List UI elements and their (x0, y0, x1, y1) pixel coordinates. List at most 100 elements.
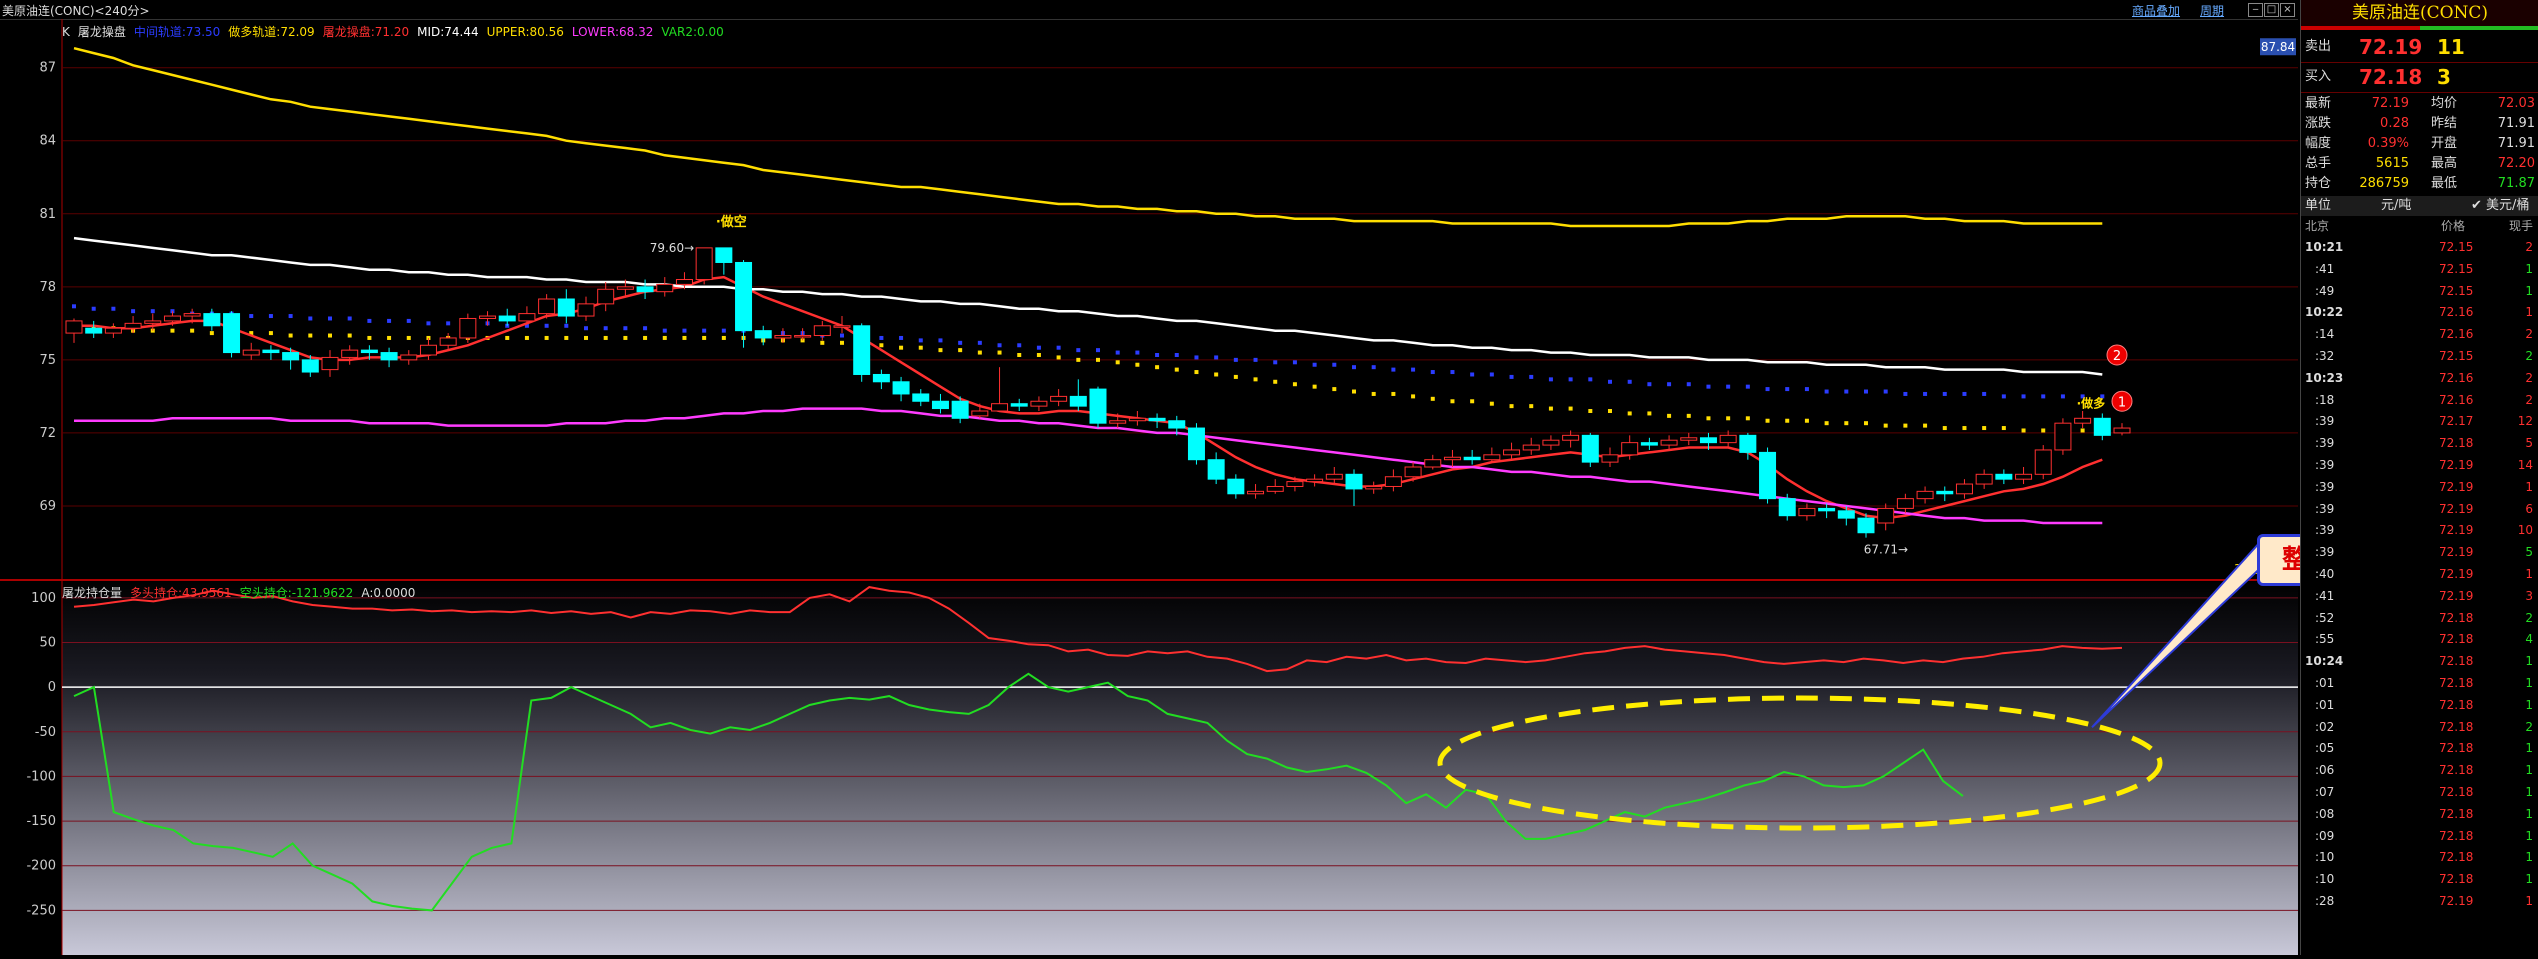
candle-body (282, 352, 300, 361)
candle-body (2034, 449, 2052, 475)
series-dot (2041, 428, 2046, 433)
tick-time: :07 (2315, 785, 2335, 799)
tick-price: 72.16 (2439, 305, 2474, 320)
series-dot (1923, 423, 1928, 428)
candle-body (616, 286, 634, 290)
candle-body (636, 286, 654, 293)
series-dot (564, 323, 569, 328)
tick-time: :28 (2315, 894, 2335, 908)
tick-time: :49 (2315, 283, 2335, 298)
series-dot (1706, 416, 1711, 421)
close-icon[interactable]: × (2280, 3, 2295, 17)
tick-row: :40 72.19 1 (2301, 563, 2538, 585)
tick-price: 72.18 (2439, 632, 2474, 647)
instrument-name: 美原油连(CONC) (2301, 0, 2538, 26)
candle-body (380, 352, 398, 361)
y-tick-label: 75 (39, 353, 56, 368)
candle-body (1424, 459, 1442, 468)
main-legend-item: MID:74.44 (417, 25, 479, 39)
series-dot (1371, 391, 1376, 396)
candle-body (321, 356, 339, 371)
tick-row: :10 72.18 1 (2301, 868, 2538, 890)
tick-header-volume: 现手 (2508, 219, 2533, 233)
tick-row: :32 72.15 2 (2301, 345, 2538, 367)
series-dot (1883, 389, 1888, 394)
tick-volume: 2 (2525, 370, 2533, 385)
tick-row: :49 72.15 1 (2301, 280, 2538, 302)
tick-volume: 6 (2525, 501, 2533, 516)
candle-body (1089, 388, 1107, 424)
candle-body (951, 400, 969, 419)
series-dot (1529, 404, 1534, 409)
series-dot (1450, 399, 1455, 404)
tick-price: 72.18 (2439, 850, 2474, 865)
series-dot (1647, 411, 1652, 416)
circle-label: 2 (2113, 349, 2121, 364)
tick-row: :41 72.15 1 (2301, 258, 2538, 280)
series-dot (899, 335, 904, 340)
tick-row: 10:22 72.16 1 (2301, 301, 2538, 323)
tick-row: :39 72.19 1 (2301, 476, 2538, 498)
candle-body (301, 359, 319, 373)
tick-volume: 12 (2517, 414, 2533, 429)
quote-label: 总手 (2305, 156, 2332, 171)
main-chart-svg[interactable]: 6972757881848779.60→·做空67.71→·做多2187.843… (0, 19, 2298, 579)
series-dot (2060, 394, 2065, 399)
candle-body (892, 381, 910, 395)
high-marker-label: 79.60→ (650, 241, 694, 255)
series-dot (1765, 418, 1770, 423)
y-tick-label: 0 (48, 680, 56, 695)
quote-label: 涨跌 (2305, 116, 2332, 131)
series-dot (170, 328, 175, 333)
series-dot (1509, 404, 1514, 409)
series-dot (1036, 345, 1041, 350)
period-menu-link[interactable]: 周期 (2200, 2, 2224, 19)
series-dot (899, 345, 904, 350)
ask-row: 卖出 72.19 11 (2301, 34, 2538, 60)
main-chart-pane[interactable]: 6972757881848779.60→·做空67.71→·做多2187.843… (0, 19, 2298, 579)
candle-body (1995, 473, 2013, 480)
tick-price: 72.18 (2439, 872, 2474, 887)
tick-price: 72.18 (2439, 697, 2474, 712)
candle-body (1621, 442, 1639, 456)
y-tick-label: 50 (39, 636, 56, 651)
unit-option[interactable]: ✔ 美元/桶 (2471, 196, 2529, 216)
series-dot (524, 335, 529, 340)
candle-body (1660, 439, 1678, 446)
tick-time: :39 (2315, 501, 2335, 516)
tick-time: :55 (2315, 632, 2335, 647)
series-dot (1292, 382, 1297, 387)
candle-body (853, 325, 871, 375)
bid-price: 72.18 (2359, 65, 2423, 89)
tick-time: :41 (2315, 588, 2335, 603)
series-dot (1667, 413, 1672, 418)
candle-body (2074, 417, 2092, 424)
candle-body (1483, 454, 1501, 461)
indicator-chart-svg[interactable]: 100 50 0 -50 -100 -150 -200 -250 (0, 539, 2298, 955)
candle-body (1896, 498, 1914, 509)
tick-price: 72.19 (2439, 458, 2474, 472)
unit-label: 单位 (2305, 198, 2332, 213)
series-做多轨道 (72, 326, 2105, 433)
series-dot (1745, 384, 1750, 389)
candle-body (971, 410, 989, 417)
series-dot (1135, 362, 1140, 367)
indicator-pane[interactable]: 100 50 0 -50 -100 -150 -200 -250 屠龙持仓量 多头持仓:43.9… (0, 539, 2298, 955)
maximize-icon[interactable]: □ (2264, 3, 2279, 17)
overlay-menu-link[interactable]: 商品叠加 (2132, 2, 2180, 19)
tick-price: 72.16 (2439, 392, 2474, 407)
quote-label: 开盘 (2431, 136, 2458, 151)
series-dot (1942, 391, 1947, 396)
series-dot (879, 343, 884, 348)
series-dot (1214, 372, 1219, 377)
minimize-icon[interactable]: ‒ (2248, 3, 2263, 17)
tick-row: :05 72.18 1 (2301, 737, 2538, 759)
candle-body (1404, 466, 1422, 478)
indicator-legend-item: A:0.0000 (361, 586, 416, 600)
tick-time: :09 (2315, 828, 2335, 843)
quote-sidebar: 美原油连(CONC) 卖出 72.19 11 买入 72.18 3 最新 72.1… (2300, 0, 2538, 955)
series-dot (268, 314, 273, 319)
tick-row: :39 72.17 12 (2301, 410, 2538, 432)
series-dot (1470, 372, 1475, 377)
quote-value: 71.91 (2497, 116, 2535, 131)
